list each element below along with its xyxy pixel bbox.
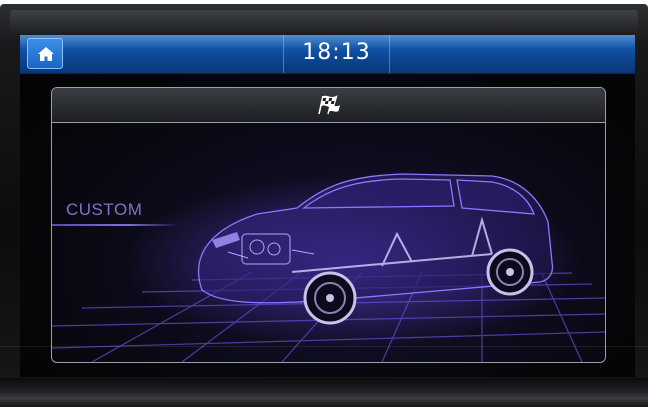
- clock-box: 18:13: [283, 35, 390, 73]
- drive-mode-panel: CUSTOM: [51, 87, 606, 363]
- panel-header: [52, 88, 605, 123]
- clock-time: 18:13: [302, 40, 371, 65]
- checkered-flag-icon: [318, 95, 340, 115]
- screen: 18:13 CUSTOM: [20, 35, 635, 377]
- bezel-bottom-trim: [0, 378, 648, 407]
- home-button[interactable]: [27, 38, 63, 69]
- front-wheel: [303, 271, 357, 325]
- home-icon: [38, 47, 54, 61]
- bezel-highlight: [10, 10, 638, 34]
- infotainment-display: 18:13 CUSTOM: [0, 0, 648, 407]
- rear-wheel: [486, 248, 534, 296]
- car-xray-illustration: [52, 173, 605, 362]
- status-bar: 18:13: [20, 35, 635, 74]
- frame-divider: [0, 346, 648, 347]
